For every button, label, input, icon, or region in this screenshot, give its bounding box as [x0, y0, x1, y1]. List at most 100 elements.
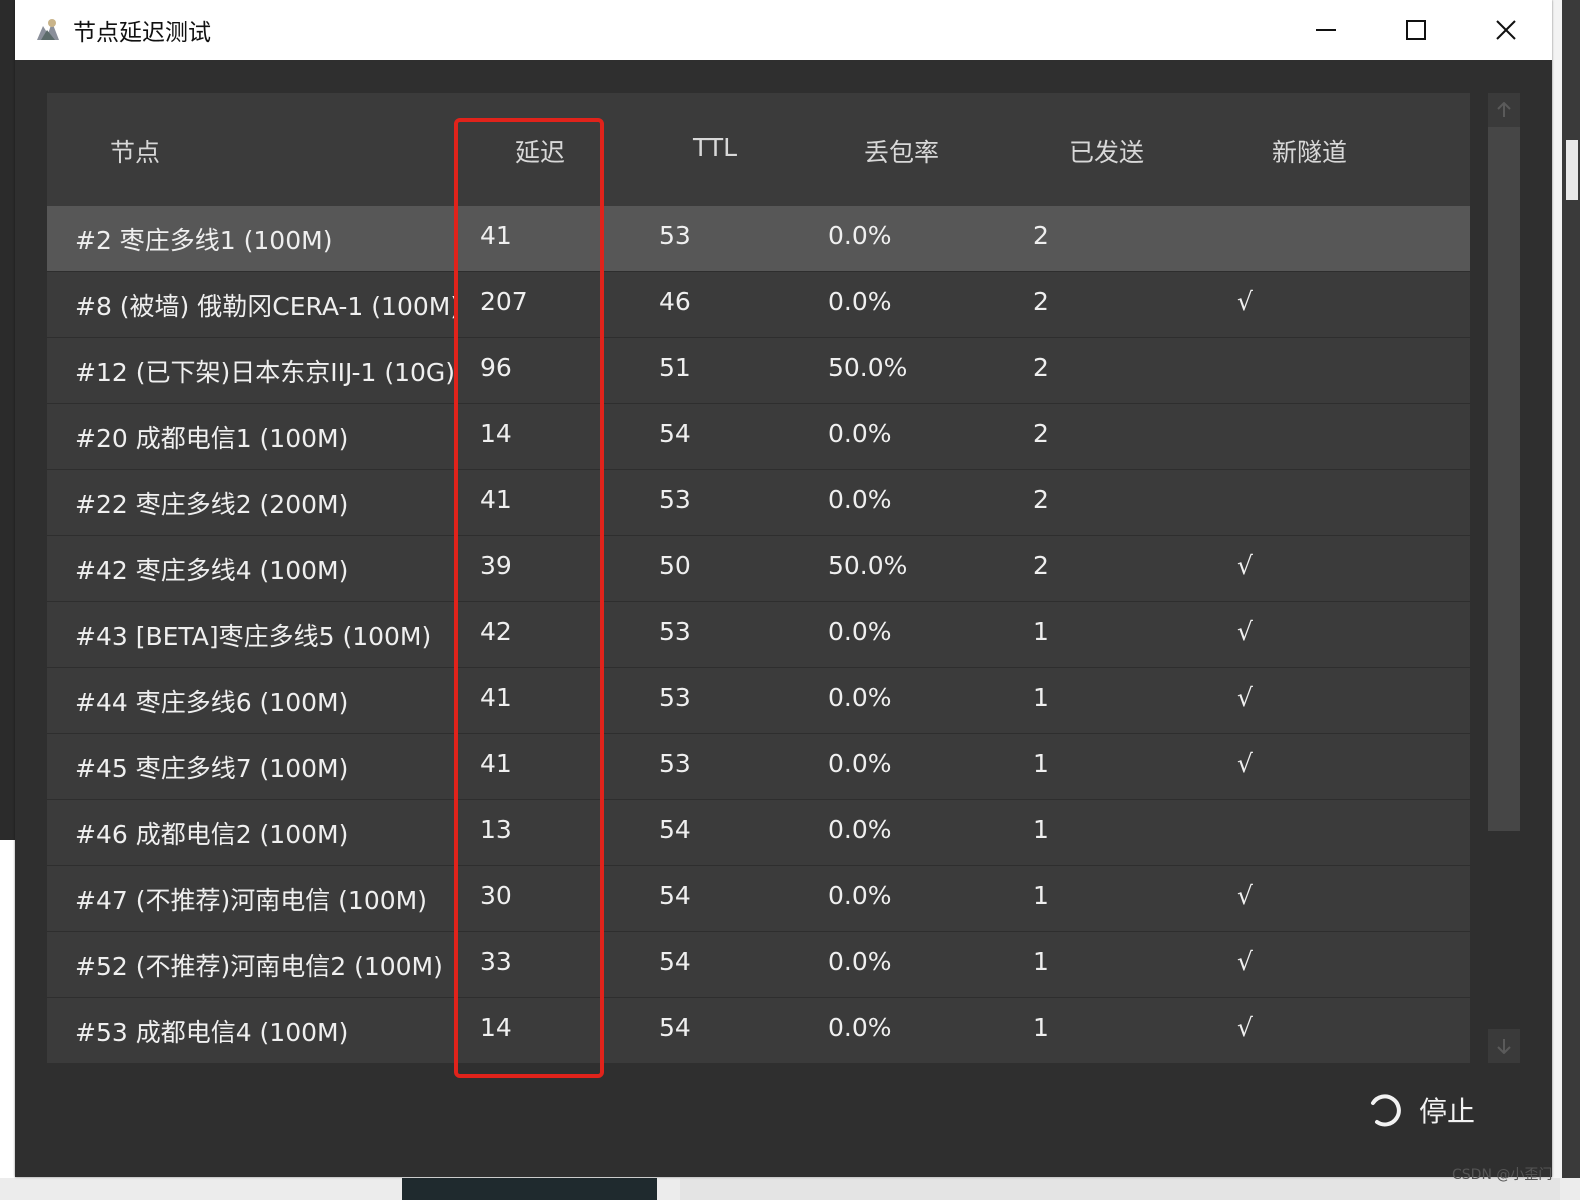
row-latency-cell: 41	[480, 749, 512, 778]
table-header: 节点 延迟 TTL 丢包率 已发送 新隧道	[47, 93, 1470, 206]
stop-button-label: 停止	[1419, 1095, 1476, 1128]
row-new-tunnel-cell: √	[1237, 749, 1253, 778]
row-node-cell: #47 (不推荐)河南电信 (100M)	[75, 886, 427, 915]
row-sent-cell: 1	[1033, 815, 1049, 844]
table-row[interactable]: #52 (不推荐)河南电信2 (100M) 33 54 0.0% 1 √	[47, 932, 1470, 998]
close-icon	[1496, 20, 1516, 40]
row-packet-loss-cell: 0.0%	[828, 485, 892, 514]
row-new-tunnel-cell: √	[1237, 683, 1253, 712]
row-packet-loss-cell: 0.0%	[828, 419, 892, 448]
maximize-button[interactable]	[1371, 0, 1461, 60]
row-ttl-cell: 46	[659, 287, 691, 316]
row-packet-loss-cell: 0.0%	[828, 617, 892, 646]
watermark: CSDN @小歪门	[1452, 1167, 1553, 1183]
scroll-down-button[interactable]	[1488, 1029, 1520, 1063]
desktop-background-bottom-light	[680, 1178, 1560, 1200]
row-sent-cell: 1	[1033, 947, 1049, 976]
scroll-thumb[interactable]	[1488, 127, 1520, 831]
row-sent-cell: 1	[1033, 683, 1049, 712]
row-ttl-cell: 53	[659, 683, 691, 712]
results-table: 节点 延迟 TTL 丢包率 已发送 新隧道 #2 枣庄多线1 (100M) 41 5…	[47, 93, 1470, 1063]
table-row[interactable]: #45 枣庄多线7 (100M) 41 53 0.0% 1 √	[47, 734, 1470, 800]
row-node-cell: #42 枣庄多线4 (100M)	[75, 556, 349, 585]
row-sent-cell: 2	[1033, 485, 1049, 514]
row-packet-loss-cell: 0.0%	[828, 881, 892, 910]
row-ttl-cell: 53	[659, 485, 691, 514]
row-ttl-cell: 54	[659, 815, 691, 844]
column-header-latency[interactable]: 延迟	[515, 133, 565, 169]
app-icon	[31, 15, 65, 45]
row-sent-cell: 1	[1033, 617, 1049, 646]
row-ttl-cell: 51	[659, 353, 691, 382]
row-ttl-cell: 53	[659, 617, 691, 646]
row-packet-loss-cell: 0.0%	[828, 947, 892, 976]
row-ttl-cell: 50	[659, 551, 691, 580]
row-node-cell: #52 (不推荐)河南电信2 (100M)	[75, 952, 443, 981]
column-header-packet-loss[interactable]: 丢包率	[864, 133, 939, 169]
table-row[interactable]: #12 (已下架)日本东京IIJ-1 (10G) 96 51 50.0% 2	[47, 338, 1470, 404]
row-new-tunnel-cell: √	[1237, 287, 1253, 316]
row-new-tunnel-cell: √	[1237, 617, 1253, 646]
row-latency-cell: 96	[480, 353, 512, 382]
desktop-background-left	[0, 0, 15, 840]
row-ttl-cell: 53	[659, 221, 691, 250]
row-new-tunnel-cell: √	[1237, 947, 1253, 976]
row-sent-cell: 1	[1033, 881, 1049, 910]
row-new-tunnel-cell: √	[1237, 551, 1253, 580]
column-header-ttl[interactable]: TTL	[693, 133, 737, 162]
row-new-tunnel-cell: √	[1237, 1013, 1253, 1042]
column-header-node[interactable]: 节点	[110, 133, 160, 169]
row-latency-cell: 41	[480, 683, 512, 712]
desktop-background-right	[1562, 0, 1580, 1200]
row-node-cell: #12 (已下架)日本东京IIJ-1 (10G)	[75, 358, 456, 387]
row-latency-cell: 207	[480, 287, 528, 316]
row-node-cell: #45 枣庄多线7 (100M)	[75, 754, 349, 783]
scroll-up-button[interactable]	[1488, 93, 1520, 127]
table-row[interactable]: #22 枣庄多线2 (200M) 41 53 0.0% 2	[47, 470, 1470, 536]
row-packet-loss-cell: 0.0%	[828, 1013, 892, 1042]
row-node-cell: #8 (被墙) 俄勒冈CERA-1 (100M)	[75, 292, 461, 321]
row-latency-cell: 14	[480, 1013, 512, 1042]
table-row[interactable]: #43 [BETA]枣庄多线5 (100M) 42 53 0.0% 1 √	[47, 602, 1470, 668]
spinner-icon	[1371, 1094, 1401, 1127]
maximize-icon	[1406, 20, 1426, 40]
table-row[interactable]: #42 枣庄多线4 (100M) 39 50 50.0% 2 √	[47, 536, 1470, 602]
minimize-button[interactable]	[1281, 0, 1371, 60]
row-ttl-cell: 53	[659, 749, 691, 778]
row-packet-loss-cell: 50.0%	[828, 353, 908, 382]
table-row[interactable]: #2 枣庄多线1 (100M) 41 53 0.0% 2	[47, 206, 1470, 272]
row-ttl-cell: 54	[659, 1013, 691, 1042]
row-new-tunnel-cell: √	[1237, 881, 1253, 910]
row-ttl-cell: 54	[659, 419, 691, 448]
window-title: 节点延迟测试	[73, 20, 211, 46]
row-packet-loss-cell: 0.0%	[828, 749, 892, 778]
arrow-up-icon	[1497, 102, 1511, 117]
row-packet-loss-cell: 0.0%	[828, 683, 892, 712]
row-latency-cell: 33	[480, 947, 512, 976]
table-row[interactable]: #46 成都电信2 (100M) 13 54 0.0% 1	[47, 800, 1470, 866]
title-bar[interactable]: 节点延迟测试	[15, 0, 1552, 60]
row-node-cell: #20 成都电信1 (100M)	[75, 424, 349, 453]
column-header-sent[interactable]: 已发送	[1069, 133, 1144, 169]
close-button[interactable]	[1461, 0, 1551, 60]
table-row[interactable]: #8 (被墙) 俄勒冈CERA-1 (100M) 207 46 0.0% 2 √	[47, 272, 1470, 338]
table-row[interactable]: #53 成都电信4 (100M) 14 54 0.0% 1 √	[47, 998, 1470, 1063]
row-latency-cell: 41	[480, 485, 512, 514]
latency-test-window: 节点延迟测试 节点 延迟 TTL 丢包率 已发送 新隧道 #2 枣庄多线1 (1…	[15, 0, 1552, 1177]
table-body: #2 枣庄多线1 (100M) 41 53 0.0% 2 #8 (被墙) 俄勒冈CERA-…	[47, 206, 1470, 1063]
table-row[interactable]: #44 枣庄多线6 (100M) 41 53 0.0% 1 √	[47, 668, 1470, 734]
table-row[interactable]: #20 成都电信1 (100M) 14 54 0.0% 2	[47, 404, 1470, 470]
row-latency-cell: 13	[480, 815, 512, 844]
row-ttl-cell: 54	[659, 947, 691, 976]
row-sent-cell: 2	[1033, 419, 1049, 448]
row-ttl-cell: 54	[659, 881, 691, 910]
stop-button[interactable]: 停止	[1365, 1085, 1475, 1135]
table-row[interactable]: #47 (不推荐)河南电信 (100M) 30 54 0.0% 1 √	[47, 866, 1470, 932]
row-sent-cell: 1	[1033, 749, 1049, 778]
desktop-background-left-lower	[0, 840, 15, 1200]
row-node-cell: #22 枣庄多线2 (200M)	[75, 490, 349, 519]
row-node-cell: #43 [BETA]枣庄多线5 (100M)	[75, 622, 432, 651]
column-header-new-tunnel[interactable]: 新隧道	[1272, 133, 1347, 169]
row-packet-loss-cell: 0.0%	[828, 287, 892, 316]
table-scrollbar[interactable]	[1488, 93, 1520, 1063]
